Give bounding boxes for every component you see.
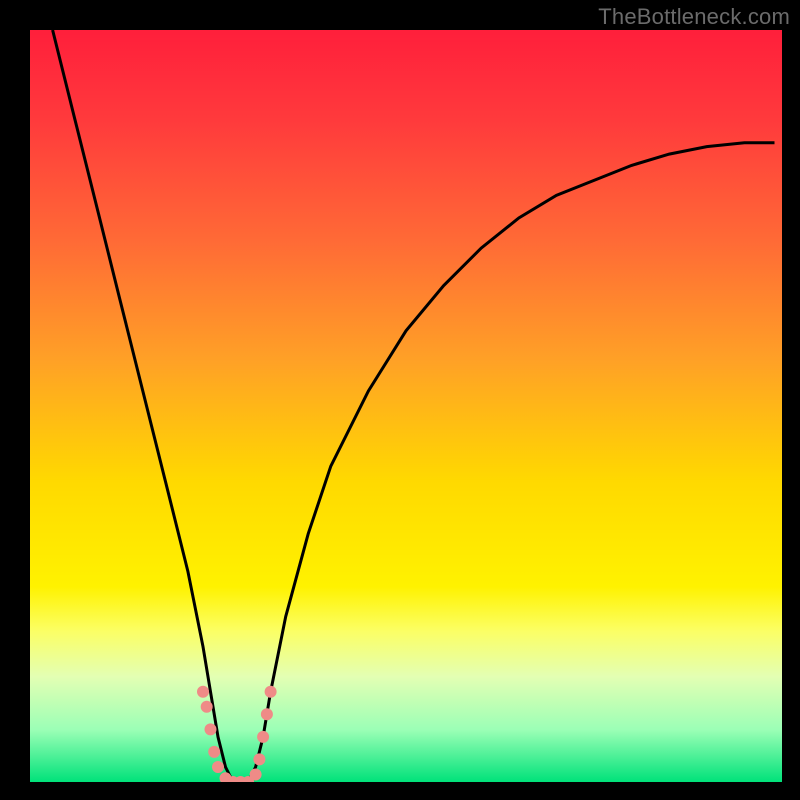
- chart-background: [30, 30, 782, 782]
- curve-marker: [261, 708, 273, 720]
- curve-marker: [212, 761, 224, 773]
- curve-marker: [205, 723, 217, 735]
- chart-frame: TheBottleneck.com: [0, 0, 800, 800]
- curve-marker: [208, 746, 220, 758]
- curve-marker: [265, 686, 277, 698]
- curve-marker: [197, 686, 209, 698]
- curve-marker: [253, 753, 265, 765]
- curve-marker: [257, 731, 269, 743]
- curve-marker: [250, 769, 262, 781]
- chart-svg: [30, 30, 782, 782]
- watermark-text: TheBottleneck.com: [598, 4, 790, 30]
- chart-plot-area: [30, 30, 782, 782]
- curve-marker: [201, 701, 213, 713]
